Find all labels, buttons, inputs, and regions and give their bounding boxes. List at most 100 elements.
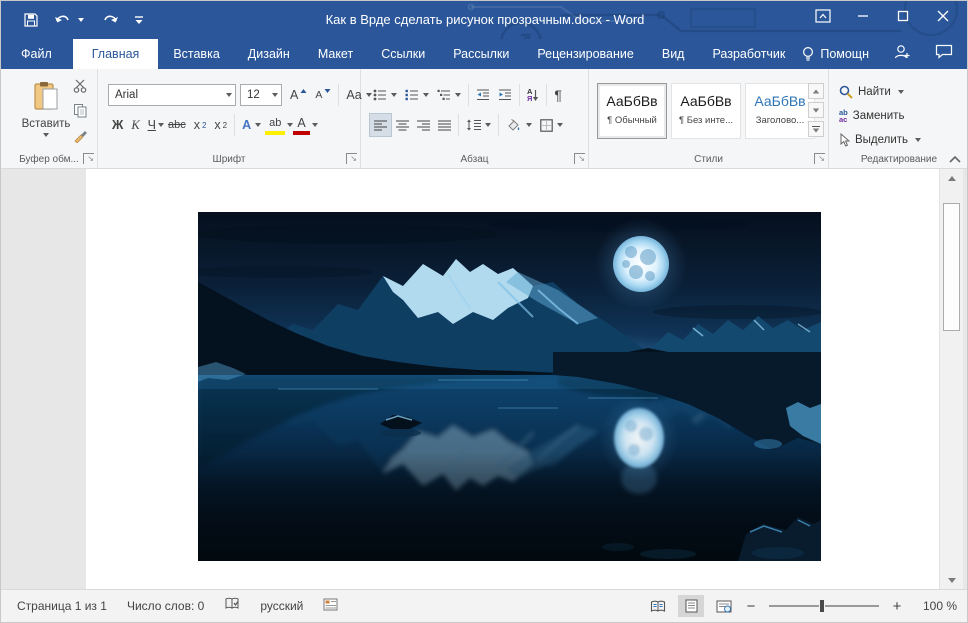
numbering-button[interactable]: [401, 83, 433, 107]
font-size-combo[interactable]: 12: [240, 84, 282, 106]
vertical-scrollbar[interactable]: [939, 169, 963, 589]
page-indicator[interactable]: Страница 1 из 1: [17, 599, 107, 613]
tab-layout[interactable]: Макет: [305, 39, 366, 69]
clipboard-icon: [32, 81, 60, 111]
proofing-status-icon[interactable]: [224, 597, 240, 615]
align-left-icon: [374, 120, 387, 131]
text-effects-button[interactable]: А: [238, 113, 265, 137]
read-mode-button[interactable]: [645, 595, 671, 617]
grow-font-button[interactable]: A: [286, 83, 311, 107]
clipboard-dialog-launcher[interactable]: ↘: [83, 153, 94, 164]
highlight-color-button[interactable]: ab: [265, 115, 285, 135]
person-plus-icon: [893, 44, 911, 60]
paragraph-dialog-launcher[interactable]: ↘: [574, 153, 585, 164]
superscript-button[interactable]: x2: [210, 113, 231, 137]
ribbon-display-options-button[interactable]: [803, 1, 843, 31]
word-count[interactable]: Число слов: 0: [127, 599, 204, 613]
redo-button[interactable]: [99, 13, 119, 27]
tab-insert[interactable]: Вставка: [160, 39, 232, 69]
increase-indent-button[interactable]: [494, 83, 516, 107]
line-spacing-button[interactable]: [462, 113, 495, 137]
italic-button[interactable]: К: [127, 113, 143, 137]
styles-gallery-up-button[interactable]: [808, 83, 824, 99]
shrink-font-button[interactable]: A: [311, 83, 335, 107]
tab-review[interactable]: Рецензирование: [524, 39, 647, 69]
zoom-slider[interactable]: [769, 605, 879, 607]
style-heading1[interactable]: АаБбВв Заголово...: [745, 83, 815, 139]
web-layout-button[interactable]: [711, 595, 737, 617]
decrease-indent-button[interactable]: [472, 83, 494, 107]
print-layout-button[interactable]: [678, 595, 704, 617]
style-no-spacing[interactable]: АаБбВв ¶ Без инте...: [671, 83, 741, 139]
tell-me-assistant[interactable]: Помощн: [802, 46, 869, 62]
zoom-in-button[interactable]: +: [890, 598, 904, 615]
collapse-ribbon-button[interactable]: [949, 155, 961, 163]
share-sign-in-button[interactable]: [893, 44, 911, 65]
select-button[interactable]: Выделить: [839, 129, 921, 151]
tab-view[interactable]: Вид: [649, 39, 698, 69]
group-paragraph: АЯ ¶: [361, 69, 589, 168]
align-right-button[interactable]: [413, 113, 434, 137]
document-page[interactable]: [86, 169, 939, 589]
subscript-button[interactable]: x2: [190, 113, 211, 137]
tab-file[interactable]: Файл: [2, 39, 71, 69]
paste-button[interactable]: Вставить: [15, 81, 77, 137]
shading-button[interactable]: [502, 113, 536, 137]
scroll-up-button[interactable]: [940, 169, 964, 187]
paste-dropdown[interactable]: [43, 133, 49, 137]
maximize-button[interactable]: [883, 1, 923, 31]
undo-dropdown[interactable]: [78, 18, 84, 22]
style-normal[interactable]: АаБбВв ¶ Обычный: [597, 83, 667, 139]
tab-design[interactable]: Дизайн: [235, 39, 303, 69]
find-button[interactable]: Найти: [839, 81, 904, 103]
styles-gallery-more-button[interactable]: [808, 121, 824, 137]
align-center-icon: [396, 120, 409, 131]
minimize-button[interactable]: [843, 1, 883, 31]
tab-developer[interactable]: Разработчик: [699, 39, 798, 69]
tab-home[interactable]: Главная: [73, 39, 159, 69]
strikethrough-button[interactable]: abc: [164, 113, 190, 137]
font-dialog-launcher[interactable]: ↘: [346, 153, 357, 164]
styles-dialog-launcher[interactable]: ↘: [814, 153, 825, 164]
document-picture-moon-lake[interactable]: [198, 212, 821, 561]
customize-qat-button[interactable]: [134, 14, 144, 26]
font-name-combo[interactable]: Arial: [108, 84, 236, 106]
format-painter-icon: [73, 128, 88, 143]
macro-recording-icon[interactable]: [323, 598, 338, 614]
bold-button[interactable]: Ж: [108, 113, 127, 137]
lightbulb-icon: [802, 46, 814, 62]
borders-button[interactable]: [536, 113, 567, 137]
align-center-button[interactable]: [392, 113, 413, 137]
tab-mailings[interactable]: Рассылки: [440, 39, 522, 69]
align-left-button[interactable]: [369, 113, 392, 137]
zoom-level[interactable]: 100 %: [917, 599, 957, 613]
group-label-font: Шрифт: [98, 154, 360, 165]
language-indicator[interactable]: русский: [260, 599, 303, 613]
close-button[interactable]: [923, 1, 963, 31]
group-clipboard: Вставить Буфер обм... ↘: [1, 69, 98, 168]
format-painter-button[interactable]: [73, 128, 88, 148]
font-color-button[interactable]: А: [293, 115, 309, 135]
paste-label: Вставить: [15, 118, 77, 130]
show-paragraph-marks-button[interactable]: ¶: [550, 83, 566, 107]
bullets-icon: [373, 89, 387, 101]
styles-gallery-down-button[interactable]: [808, 102, 824, 118]
justify-button[interactable]: [434, 113, 455, 137]
scrollbar-thumb[interactable]: [943, 203, 960, 331]
scroll-down-button[interactable]: [940, 571, 964, 589]
zoom-out-button[interactable]: −: [744, 598, 758, 615]
zoom-slider-thumb[interactable]: [819, 599, 825, 613]
undo-button[interactable]: [54, 13, 84, 27]
group-font: Arial 12 A A Aa Ж К Ч abc x2 x2 А ab А Ш…: [98, 69, 361, 168]
save-button[interactable]: [23, 12, 39, 28]
sort-button[interactable]: АЯ: [523, 83, 543, 107]
quick-access-toolbar: [23, 1, 144, 39]
copy-button[interactable]: [73, 103, 88, 123]
multilevel-list-button[interactable]: [433, 83, 465, 107]
tab-references[interactable]: Ссылки: [368, 39, 438, 69]
font-color-dropdown[interactable]: [312, 123, 318, 127]
feedback-button[interactable]: [935, 44, 953, 64]
replace-button[interactable]: abac Заменить: [839, 105, 904, 127]
cut-button[interactable]: [73, 79, 88, 98]
bullets-button[interactable]: [369, 83, 401, 107]
